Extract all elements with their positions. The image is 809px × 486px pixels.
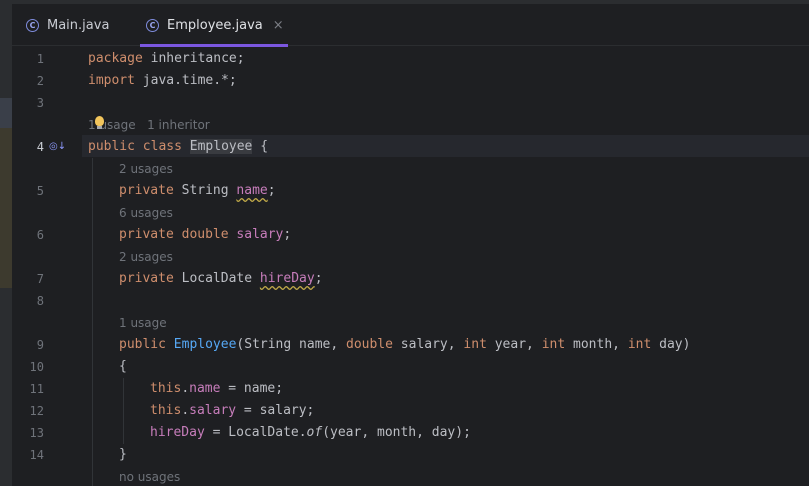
code-line-5: private String name; (119, 183, 276, 198)
tab-label: Employee.java (167, 17, 263, 33)
code-line-6: private double salary; (119, 227, 292, 242)
code-line-9: public Employee(String name, double sala… (119, 337, 691, 352)
usage-hint-salary[interactable]: 6 usages (119, 202, 173, 224)
implemented-by-icon[interactable]: ◎↓ (49, 136, 66, 158)
ide-window: C Main.java C Employee.java × 1 2 3 4 ◎↓… (0, 0, 809, 486)
code-line-13: hireDay = LocalDate.of(year, month, day)… (150, 425, 471, 440)
tab-main-java[interactable]: C Main.java (26, 4, 109, 46)
code-line-7: private LocalDate hireDay; (119, 271, 323, 286)
line-number: 4 (36, 140, 44, 154)
line-number: 13 (29, 426, 44, 440)
code-line-14: } (119, 447, 127, 462)
usage-hint-hireday[interactable]: 2 usages (119, 246, 173, 268)
line-number: 6 (36, 228, 44, 242)
strip-marker-change (0, 128, 12, 288)
tab-label: Main.java (47, 17, 110, 33)
line-number: 9 (36, 338, 44, 352)
close-icon[interactable]: × (273, 18, 284, 33)
line-number: 3 (36, 96, 44, 110)
tab-employee-java[interactable]: C Employee.java × (140, 4, 288, 47)
editor-tab-bar: C Main.java C Employee.java × (12, 0, 809, 47)
line-number-gutter: 1 2 3 4 ◎↓ 5 6 7 8 9 10 11 12 13 14 (12, 46, 82, 486)
strip-marker (0, 98, 12, 128)
line-number: 2 (36, 74, 44, 88)
line-number: 11 (29, 382, 44, 396)
line-number: 1 (36, 52, 44, 66)
code-line-10: { (119, 359, 127, 374)
left-tool-strip (0, 0, 12, 486)
usage-hint-constructor[interactable]: 1 usage (119, 312, 167, 334)
indent-guide (92, 158, 93, 486)
usage-hint-next[interactable]: no usages (119, 466, 180, 486)
lightbulb-icon[interactable] (95, 116, 104, 129)
class-icon: C (26, 18, 39, 32)
line-number: 14 (29, 448, 44, 462)
code-editor[interactable]: package inheritance; import java.time.*;… (82, 46, 809, 486)
line-number: 5 (36, 184, 44, 198)
code-line-12: this.salary = salary; (150, 403, 315, 418)
class-icon: C (146, 18, 159, 32)
code-line-2: import java.time.*; (88, 73, 237, 88)
usage-hint-name[interactable]: 2 usages (119, 158, 173, 180)
code-line-11: this.name = name; (150, 381, 284, 396)
code-line-4: public class Employee { (88, 139, 269, 154)
usage-hint-class[interactable]: 1 usage 1 inheritor (88, 114, 210, 136)
code-line-1: package inheritance; (88, 51, 245, 66)
line-number: 10 (29, 360, 44, 374)
indent-guide (123, 378, 124, 444)
line-number: 7 (36, 272, 44, 286)
line-number: 12 (29, 404, 44, 418)
line-number: 8 (36, 294, 44, 308)
